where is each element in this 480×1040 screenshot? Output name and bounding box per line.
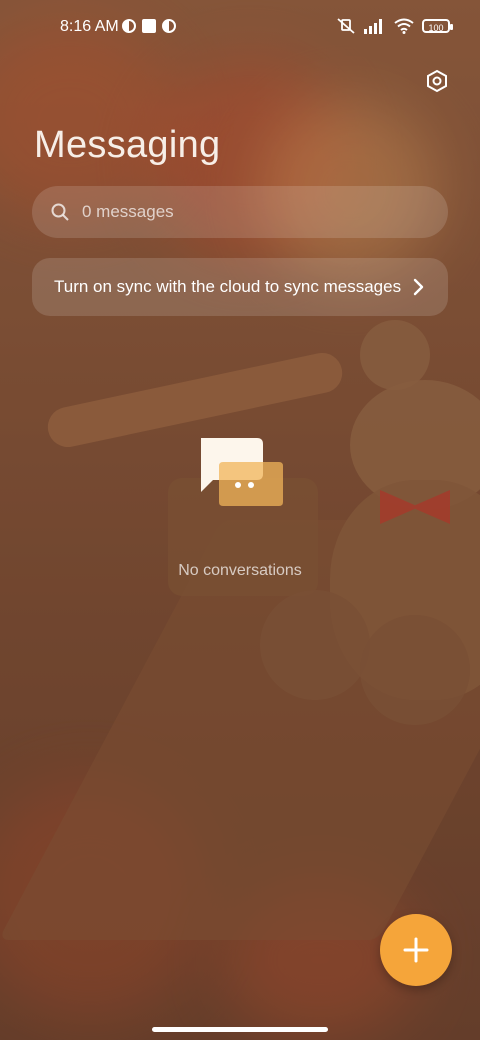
- wifi-icon: [394, 18, 414, 34]
- chat-bubbles-icon: [195, 436, 285, 516]
- mute-icon: [337, 18, 355, 34]
- new-message-button[interactable]: [380, 914, 452, 986]
- cloud-sync-banner[interactable]: Turn on sync with the cloud to sync mess…: [32, 258, 448, 316]
- empty-state: No conversations: [140, 436, 340, 580]
- signal-icon: [364, 19, 382, 34]
- status-bar: 8:16 AM 100: [0, 0, 480, 56]
- home-indicator[interactable]: [152, 1027, 328, 1032]
- empty-state-label: No conversations: [178, 562, 302, 579]
- notification-icon: [122, 19, 136, 33]
- search-icon: [51, 203, 69, 221]
- system-icons: 100: [336, 17, 453, 35]
- notification-icon: [142, 19, 156, 33]
- notification-icon: [162, 19, 176, 33]
- page-title: Messaging: [34, 124, 221, 166]
- plus-icon: [403, 937, 429, 963]
- chevron-right-icon: [406, 275, 430, 299]
- search-placeholder: 0 messages: [82, 202, 174, 221]
- notification-icons: [122, 19, 176, 33]
- sync-banner-text: Turn on sync with the cloud to sync mess…: [54, 277, 402, 296]
- settings-icon: [427, 69, 447, 93]
- battery-icon: 100: [422, 19, 453, 33]
- settings-button[interactable]: [420, 64, 454, 98]
- status-time: 8:16 AM: [60, 18, 119, 35]
- search-input[interactable]: 0 messages: [32, 186, 448, 238]
